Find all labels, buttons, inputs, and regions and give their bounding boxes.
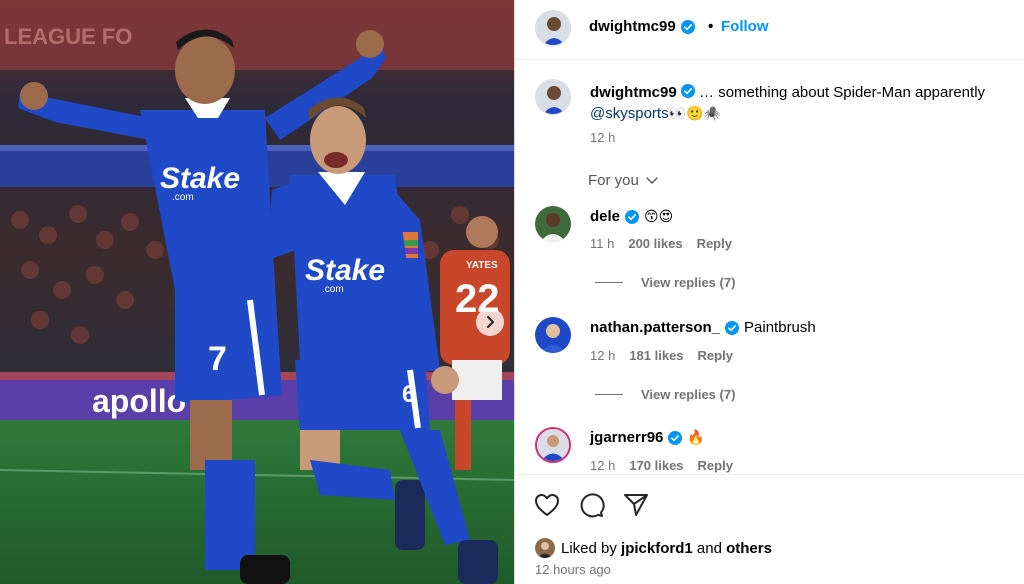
commenter-avatar-story[interactable]	[535, 427, 571, 463]
comment-text: Paintbrush	[744, 319, 816, 336]
comment-icon	[580, 493, 605, 518]
caption-timestamp[interactable]: 12 h	[590, 130, 615, 145]
advertising-board-text: apollo	[92, 383, 186, 419]
liker-username[interactable]: jpickford1	[621, 540, 693, 557]
comment-meta: 12 h 170 likes Reply	[590, 458, 733, 473]
like-button[interactable]	[533, 491, 561, 519]
share-icon	[624, 494, 648, 516]
caption-emojis: 👀🙂🕷️	[668, 106, 721, 122]
liked-by-text: Liked by jpickford1 and others	[561, 540, 772, 557]
post-timestamp[interactable]: 12 hours ago	[535, 562, 611, 577]
author-username[interactable]: dwightmc99	[589, 18, 695, 35]
commenter-avatar[interactable]	[535, 206, 571, 242]
comment-sort-label: For you	[588, 172, 639, 189]
caption-mention-link[interactable]: @skysports	[590, 105, 669, 122]
comment-line: jgarnerr96 🔥	[590, 429, 705, 446]
stadium-banner-text: LEAGUE FO	[4, 24, 132, 49]
caption-username[interactable]: dwightmc99	[590, 84, 677, 101]
caption: dwightmc99 … something about Spider-Man …	[590, 82, 1020, 125]
view-replies-label: View replies (7)	[641, 275, 736, 290]
view-replies-label: View replies (7)	[641, 387, 736, 402]
comment-timestamp[interactable]: 12 h	[590, 348, 615, 363]
chevron-down-icon	[646, 176, 658, 184]
liked-by-and: and	[692, 539, 727, 557]
liked-by: Liked by jpickford1 and others	[535, 538, 772, 558]
caption-text: … something about Spider-Man apparently	[694, 84, 986, 101]
comment-button[interactable]	[577, 491, 605, 519]
reply-button[interactable]: Reply	[697, 236, 732, 251]
author-avatar[interactable]	[535, 10, 571, 46]
heart-icon	[535, 494, 559, 516]
comment-sort-dropdown[interactable]: For you	[588, 172, 659, 189]
svg-text:Stake: Stake	[160, 162, 240, 195]
comment-meta: 11 h 200 likes Reply	[590, 236, 732, 251]
comment-text: 🔥	[687, 429, 705, 446]
svg-text:YATES: YATES	[466, 260, 498, 271]
comment-likes[interactable]: 181 likes	[629, 348, 683, 363]
view-replies-button[interactable]: View replies (7)	[595, 275, 735, 290]
reply-button[interactable]: Reply	[698, 458, 733, 473]
share-button[interactable]	[622, 491, 650, 519]
reply-button[interactable]: Reply	[698, 348, 733, 363]
svg-text:6: 6	[402, 381, 415, 408]
comment-line: dele 😙😍	[590, 208, 673, 225]
caption-avatar[interactable]	[535, 79, 571, 115]
commenter-username[interactable]: dele	[590, 208, 620, 225]
comments-scroll-area[interactable]: dwightmc99 … something about Spider-Man …	[515, 61, 1024, 474]
verified-badge-icon	[625, 209, 640, 224]
svg-text:7: 7	[208, 340, 227, 378]
replies-line	[595, 282, 623, 283]
post-panel: dwightmc99 • Follow dwightmc99 … somethi…	[515, 0, 1024, 584]
verified-badge-icon	[668, 430, 683, 445]
verified-badge-icon	[725, 320, 740, 335]
svg-text:.com: .com	[172, 192, 194, 203]
verified-badge-icon	[680, 19, 695, 34]
commenter-avatar[interactable]	[535, 317, 571, 353]
svg-text:Stake: Stake	[305, 254, 385, 287]
svg-text:.com: .com	[322, 284, 344, 295]
post-photo: LEAGUE FO apollo YATES 22 7 Stake .com 6…	[0, 0, 514, 584]
comment-text: 😙😍	[644, 208, 674, 225]
separator-dot: •	[708, 18, 714, 35]
comment-likes[interactable]: 200 likes	[628, 236, 682, 251]
comment-timestamp[interactable]: 11 h	[590, 236, 614, 251]
comment-meta: 12 h 181 likes Reply	[590, 348, 733, 363]
post-actions: Liked by jpickford1 and others 12 hours …	[515, 474, 1024, 584]
replies-line	[595, 394, 623, 395]
chevron-right-icon	[487, 316, 494, 328]
post-header: dwightmc99 • Follow	[515, 0, 1024, 60]
liked-by-others-link[interactable]: others	[726, 540, 772, 557]
liker-avatar[interactable]	[535, 538, 555, 558]
comment-line: nathan.patterson_ Paintbrush	[590, 319, 816, 336]
view-replies-button[interactable]: View replies (7)	[595, 387, 735, 402]
post-media[interactable]: LEAGUE FO apollo YATES 22 7 Stake .com 6…	[0, 0, 514, 584]
commenter-username[interactable]: jgarnerr96	[590, 429, 663, 446]
liked-by-prefix: Liked by	[561, 539, 622, 557]
comment-likes[interactable]: 170 likes	[629, 458, 683, 473]
follow-button[interactable]: Follow	[721, 18, 769, 35]
next-image-button[interactable]	[476, 308, 504, 336]
verified-badge-icon	[680, 84, 695, 98]
commenter-username[interactable]: nathan.patterson_	[590, 319, 720, 336]
author-username-text[interactable]: dwightmc99	[589, 18, 676, 35]
comment-timestamp[interactable]: 12 h	[590, 458, 615, 473]
